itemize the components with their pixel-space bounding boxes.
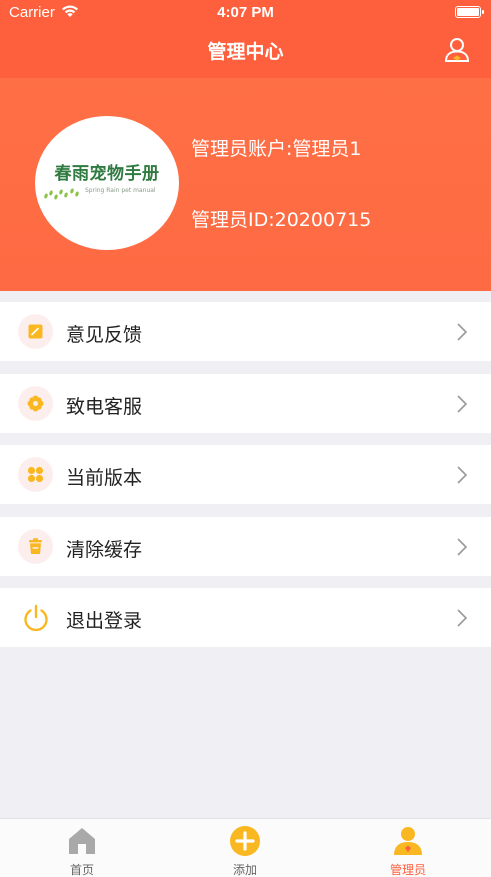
menu-item-logout[interactable]: 退出登录 [0,588,491,647]
top-bar: Carrier 4:07 PM 管理中心 [0,0,491,78]
status-bar: Carrier 4:07 PM [0,0,491,26]
tab-label: 添加 [232,863,257,877]
tab-admin[interactable]: 管理员 [348,819,468,877]
menu-item-label: 当前版本 [66,467,143,489]
rain-drops-icon [44,188,79,200]
menu-item-call-service[interactable]: 致电客服 [0,374,491,433]
power-icon [24,604,48,632]
menu-item-label: 退出登录 [66,610,143,632]
menu-item-clear-cache[interactable]: 清除缓存 [0,517,491,576]
menu-item-feedback[interactable]: 意见反馈 [0,302,491,361]
tab-add[interactable]: 添加 [185,819,305,877]
chevron-right-icon [457,538,468,556]
page-title: 管理中心 [207,41,284,63]
admin-profile-header: 春雨宠物手册 Spring Rain pet manual 管理员账户:管理员1… [0,78,491,291]
chevron-right-icon [457,609,468,627]
flower-gear-icon [18,386,53,421]
tab-home[interactable]: 首页 [22,819,142,877]
user-profile-icon[interactable] [443,36,471,64]
chevron-right-icon [457,466,468,484]
app-logo: 春雨宠物手册 Spring Rain pet manual [35,116,179,250]
chevron-right-icon [457,323,468,341]
admin-account: 管理员账户:管理员1 [191,138,362,160]
feedback-note-icon [18,314,53,349]
trash-icon [18,529,53,564]
menu-item-label: 意见反馈 [66,324,143,346]
menu-item-label: 致电客服 [66,396,143,418]
menu-item-label: 清除缓存 [66,539,143,561]
tab-label: 管理员 [389,863,426,877]
clover-icon [18,457,53,492]
screen: Carrier 4:07 PM 管理中心 春雨宠物手册 Spring Rain … [0,0,491,877]
logo-subtitle: Spring Rain pet manual [85,187,156,194]
admin-user-icon [394,827,422,855]
tab-bar: 首页 添加 管理员 [0,818,491,877]
home-icon [69,828,95,854]
logo-title: 春雨宠物手册 [54,164,160,184]
add-circle-icon [230,826,260,856]
clock: 4:07 PM [217,4,274,21]
battery-icon [455,6,484,18]
admin-id: 管理员ID:20200715 [191,209,372,231]
chevron-right-icon [457,395,468,413]
tab-label: 首页 [69,863,94,877]
menu-item-version[interactable]: 当前版本 [0,445,491,504]
